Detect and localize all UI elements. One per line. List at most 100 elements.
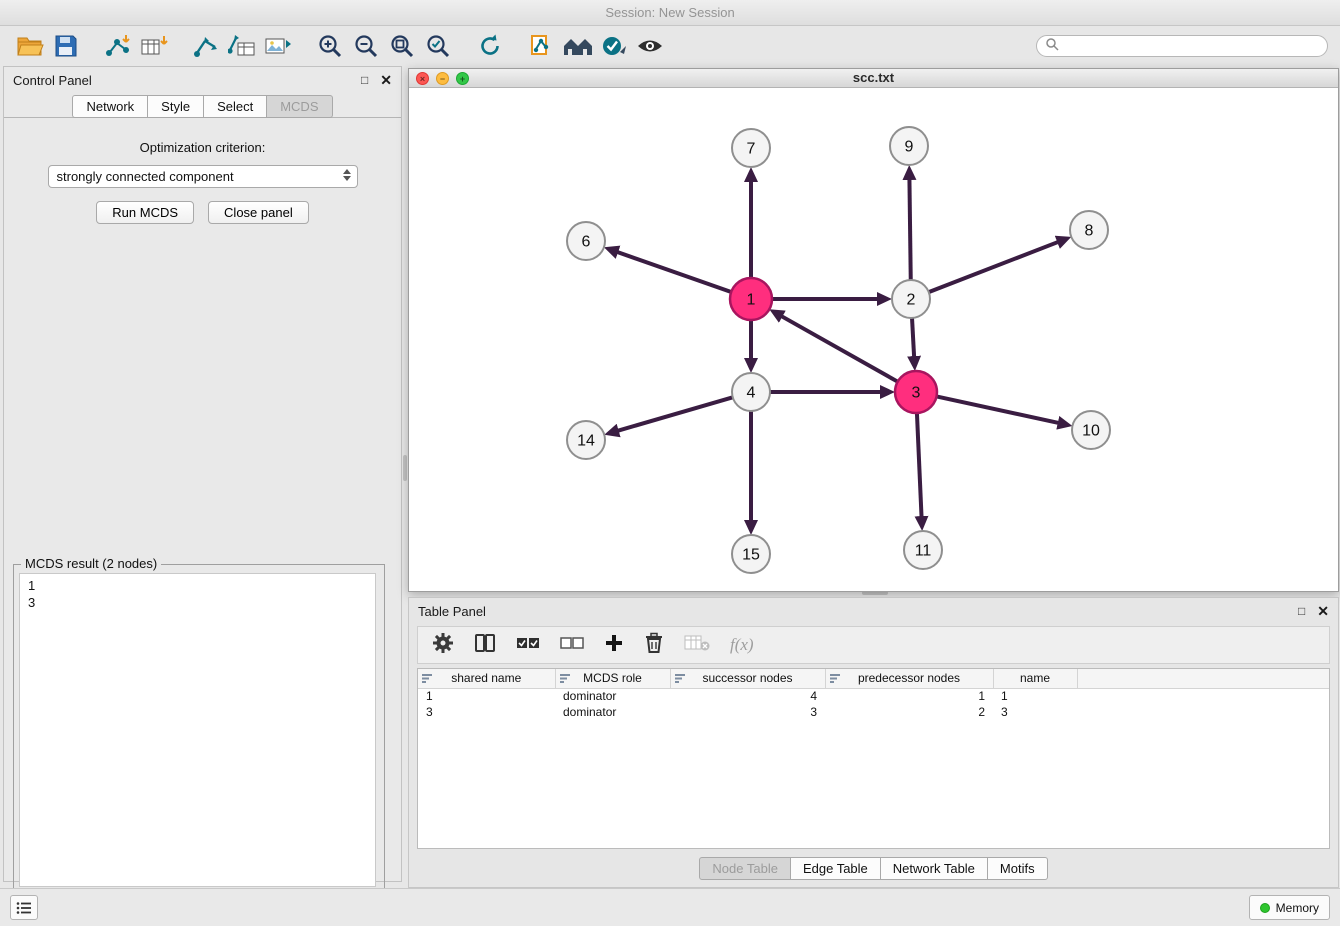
task-history-button[interactable] <box>10 895 38 920</box>
graph-node-14[interactable]: 14 <box>567 421 605 459</box>
cell-mcds-role[interactable]: dominator <box>555 704 670 720</box>
table-row[interactable]: 1 dominator 4 1 1 <box>418 688 1329 704</box>
cell-name[interactable]: 3 <box>993 704 1077 720</box>
column-header-name[interactable]: name <box>993 669 1077 688</box>
cell-mcds-role[interactable]: dominator <box>555 688 670 704</box>
refresh-view-icon[interactable] <box>472 30 508 62</box>
criterion-select[interactable]: strongly connected component <box>48 165 358 188</box>
open-session-icon[interactable] <box>12 30 48 62</box>
svg-text:11: 11 <box>915 543 932 560</box>
edge-4-14[interactable] <box>617 397 733 431</box>
tab-network[interactable]: Network <box>72 95 148 118</box>
tab-select[interactable]: Select <box>204 95 267 118</box>
edge-2-3[interactable] <box>912 318 914 358</box>
list-icon <box>16 901 32 915</box>
tab-motifs[interactable]: Motifs <box>988 857 1048 880</box>
graph-node-8[interactable]: 8 <box>1070 211 1108 249</box>
column-header-mcds-role[interactable]: MCDS role <box>555 669 670 688</box>
control-panel: Control Panel □ ✕ Network Style Select M… <box>3 66 402 882</box>
table-row[interactable]: 3 dominator 3 2 3 <box>418 704 1329 720</box>
edge-2-8[interactable] <box>929 242 1059 293</box>
cell-name[interactable]: 1 <box>993 688 1077 704</box>
svg-text:1: 1 <box>747 292 756 309</box>
table-panel: Table Panel □ ✕ <box>408 597 1339 888</box>
memory-button[interactable]: Memory <box>1249 895 1330 920</box>
cell-successor-nodes[interactable]: 4 <box>670 688 825 704</box>
cell-predecessor-nodes[interactable]: 1 <box>825 688 993 704</box>
edge-3-10[interactable] <box>937 396 1060 423</box>
column-header-predecessor-nodes[interactable]: predecessor nodes <box>825 669 993 688</box>
import-network-icon[interactable] <box>100 30 136 62</box>
search-input[interactable] <box>1064 39 1319 53</box>
tab-network-table[interactable]: Network Table <box>881 857 988 880</box>
apply-style-icon[interactable] <box>596 30 632 62</box>
network-canvas[interactable]: 7 9 6 8 1 2 4 3 14 10 15 11 <box>409 88 1338 591</box>
close-panel-icon[interactable]: ✕ <box>380 73 392 87</box>
home-icon[interactable] <box>560 30 596 62</box>
window-close-icon[interactable]: × <box>416 72 429 85</box>
tab-edge-table[interactable]: Edge Table <box>791 857 881 880</box>
cell-successor-nodes[interactable]: 3 <box>670 704 825 720</box>
delete-table-icon <box>684 634 710 657</box>
edge-3-11[interactable] <box>917 413 922 518</box>
mcds-result-list[interactable]: 1 3 <box>19 573 376 887</box>
graph-node-15[interactable]: 15 <box>732 535 770 573</box>
column-header-successor-nodes[interactable]: successor nodes <box>670 669 825 688</box>
mcds-result-label: MCDS result (2 nodes) <box>21 556 161 571</box>
control-panel-header: Control Panel □ ✕ <box>4 67 401 93</box>
zoom-fit-icon[interactable] <box>384 30 420 62</box>
table-settings-gear-icon[interactable] <box>432 632 454 659</box>
graph-node-10[interactable]: 10 <box>1072 411 1110 449</box>
zoom-in-icon[interactable] <box>312 30 348 62</box>
vertical-splitter-handle[interactable] <box>403 455 407 481</box>
cell-shared-name[interactable]: 3 <box>418 704 555 720</box>
search-icon <box>1045 37 1059 56</box>
zoom-selected-icon[interactable] <box>420 30 456 62</box>
add-column-icon[interactable] <box>604 633 624 658</box>
optimization-criterion-label: Optimization criterion: <box>4 140 401 155</box>
graph-node-11[interactable]: 11 <box>904 531 942 569</box>
edge-2-9[interactable] <box>909 178 910 280</box>
window-zoom-icon[interactable]: + <box>456 72 469 85</box>
cell-shared-name[interactable]: 1 <box>418 688 555 704</box>
sort-icon <box>560 673 571 687</box>
cell-predecessor-nodes[interactable]: 2 <box>825 704 993 720</box>
select-all-columns-icon[interactable] <box>516 636 540 655</box>
graph-node-1[interactable]: 1 <box>730 278 772 320</box>
window-minimize-icon[interactable]: − <box>436 72 449 85</box>
column-header-shared-name[interactable]: shared name <box>418 669 555 688</box>
float-panel-icon[interactable]: □ <box>361 74 368 86</box>
tab-style[interactable]: Style <box>148 95 204 118</box>
zoom-out-icon[interactable] <box>348 30 384 62</box>
close-panel-icon[interactable]: ✕ <box>1317 604 1329 618</box>
graph-node-6[interactable]: 6 <box>567 222 605 260</box>
graph-node-3[interactable]: 3 <box>895 371 937 413</box>
network-window: × − + scc.txt 7 9 6 8 1 2 4 3 14 10 15 11 <box>408 68 1339 592</box>
graph-node-2[interactable]: 2 <box>892 280 930 318</box>
status-bar: Memory <box>0 888 1340 926</box>
search-field[interactable] <box>1036 35 1328 57</box>
edge-1-6[interactable] <box>616 252 731 292</box>
split-columns-icon[interactable] <box>474 633 496 658</box>
close-panel-button[interactable]: Close panel <box>208 201 309 224</box>
tab-node-table[interactable]: Node Table <box>699 857 791 880</box>
delete-column-icon[interactable] <box>644 632 664 659</box>
run-mcds-button[interactable]: Run MCDS <box>96 201 194 224</box>
new-network-icon[interactable] <box>188 30 224 62</box>
clone-network-icon[interactable] <box>524 30 560 62</box>
graph-node-9[interactable]: 9 <box>890 127 928 165</box>
deselect-all-columns-icon[interactable] <box>560 636 584 655</box>
graph-node-7[interactable]: 7 <box>732 129 770 167</box>
network-window-titlebar[interactable]: × − + scc.txt <box>409 69 1338 88</box>
svg-text:7: 7 <box>747 141 756 158</box>
graph-node-4[interactable]: 4 <box>732 373 770 411</box>
float-panel-icon[interactable]: □ <box>1298 605 1305 617</box>
tab-mcds[interactable]: MCDS <box>267 95 332 118</box>
network-table-icon[interactable] <box>224 30 260 62</box>
table-toolbar: f(x) <box>417 626 1330 664</box>
eye-icon[interactable] <box>632 30 668 62</box>
save-session-icon[interactable] <box>48 30 84 62</box>
import-table-icon[interactable] <box>136 30 172 62</box>
edge-3-1[interactable] <box>781 316 898 382</box>
export-image-icon[interactable] <box>260 30 296 62</box>
